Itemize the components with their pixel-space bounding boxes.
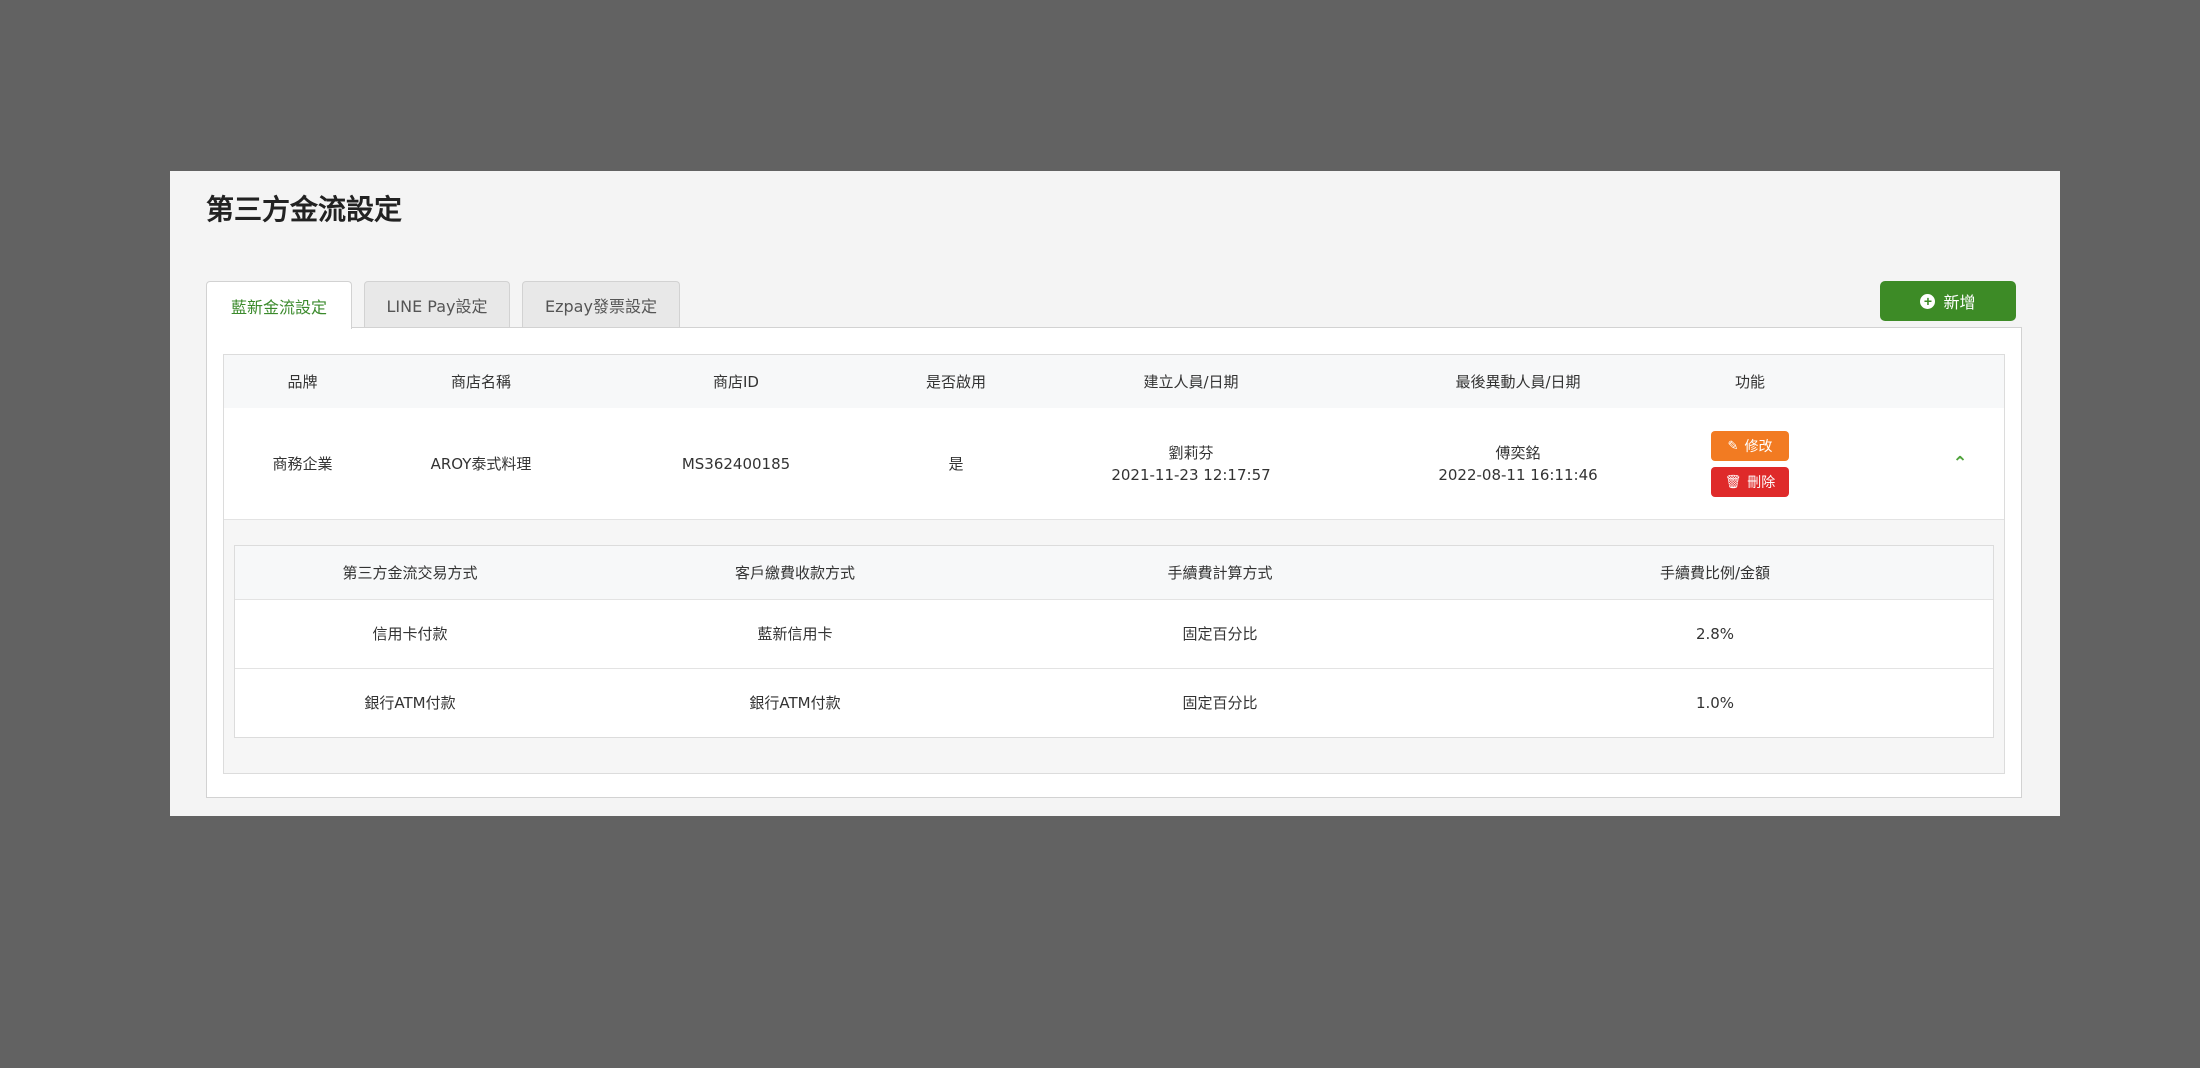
detail-cell: 銀行ATM付款: [364, 693, 456, 712]
detail-header-fee-rate: 手續費比例/金額: [1659, 563, 1771, 582]
cell-store-id: MS362400185: [681, 454, 791, 473]
delete-button[interactable]: 🗑 刪除: [1711, 466, 1789, 497]
tab-linepay-settings[interactable]: LINE Pay設定: [364, 281, 510, 327]
created-at: 2021-11-23 12:17:57: [1111, 465, 1271, 484]
cell-enabled: 是: [948, 454, 964, 473]
detail-cell: 銀行ATM付款: [749, 693, 841, 712]
header-brand: 品牌: [287, 372, 318, 391]
header-store-name: 商店名稱: [450, 372, 511, 391]
store-table: 品牌 商店名稱 商店ID 是否啟用 建立人員/日期 最後異動人員/日期 功能 商…: [223, 354, 2005, 774]
add-button-label: 新增: [1943, 295, 1976, 312]
edit-icon: ✎: [1727, 437, 1739, 453]
detail-cell: 2.8%: [1695, 624, 1735, 643]
table-row: 信用卡付款 藍新信用卡 固定百分比 2.8%: [235, 599, 1993, 669]
header-creator-date: 建立人員/日期: [1143, 372, 1239, 391]
detail-cell: 固定百分比: [1182, 624, 1258, 643]
detail-cell: 藍新信用卡: [757, 624, 833, 643]
modified-at: 2022-08-11 16:11:46: [1438, 465, 1598, 484]
payment-detail-table: 第三方金流交易方式 客戶繳費收款方式 手續費計算方式 手續費比例/金額 信用卡付…: [234, 545, 1994, 738]
header-modifier-date: 最後異動人員/日期: [1455, 372, 1581, 391]
chevron-up-icon: ⌃: [1952, 452, 1968, 474]
header-actions: 功能: [1734, 372, 1765, 391]
tab-content: 品牌 商店名稱 商店ID 是否啟用 建立人員/日期 最後異動人員/日期 功能 商…: [206, 327, 2022, 798]
collapse-toggle[interactable]: ⌃: [1925, 408, 1995, 519]
tab-newebpay-settings[interactable]: 藍新金流設定: [206, 281, 352, 329]
detail-cell: 1.0%: [1695, 693, 1735, 712]
cell-modifier-date: 傅奕銘 2022-08-11 16:11:46: [1361, 408, 1675, 519]
cell-store-name: AROY泰式料理: [430, 454, 532, 473]
cell-brand: 商務企業: [272, 454, 333, 473]
cell-actions: ✎ 修改 🗑 刪除: [1675, 408, 1825, 519]
plus-circle-icon: +: [1920, 293, 1936, 309]
header-enabled: 是否啟用: [925, 372, 986, 391]
tab-ezpay-invoice-settings[interactable]: Ezpay發票設定: [522, 281, 680, 327]
modifier-name: 傅奕銘: [1495, 443, 1541, 462]
detail-cell: 信用卡付款: [372, 624, 448, 643]
creator-name: 劉莉芬: [1168, 443, 1214, 462]
detail-header-row: 第三方金流交易方式 客戶繳費收款方式 手續費計算方式 手續費比例/金額: [235, 546, 1993, 600]
header-store-id: 商店ID: [713, 372, 759, 391]
detail-header-transaction-method: 第三方金流交易方式: [342, 563, 478, 582]
table-row: 商務企業 AROY泰式料理 MS362400185 是 劉莉芬 2021-11-…: [224, 408, 2004, 520]
detail-cell: 固定百分比: [1182, 693, 1258, 712]
add-button[interactable]: + 新增: [1880, 281, 2016, 321]
page-title: 第三方金流設定: [206, 193, 403, 226]
trash-icon: 🗑: [1724, 473, 1742, 489]
table-header-row: 品牌 商店名稱 商店ID 是否啟用 建立人員/日期 最後異動人員/日期 功能: [224, 355, 2004, 409]
detail-header-collection-method: 客戶繳費收款方式: [734, 563, 855, 582]
settings-panel: 第三方金流設定 藍新金流設定 LINE Pay設定 Ezpay發票設定 + 新增…: [170, 171, 2060, 816]
detail-header-fee-calculation: 手續費計算方式: [1167, 563, 1273, 582]
delete-button-label: 刪除: [1747, 473, 1776, 490]
edit-button-label: 修改: [1744, 437, 1773, 454]
table-row: 銀行ATM付款 銀行ATM付款 固定百分比 1.0%: [235, 668, 1993, 737]
cell-creator-date: 劉莉芬 2021-11-23 12:17:57: [1021, 408, 1361, 519]
edit-button[interactable]: ✎ 修改: [1711, 430, 1789, 461]
